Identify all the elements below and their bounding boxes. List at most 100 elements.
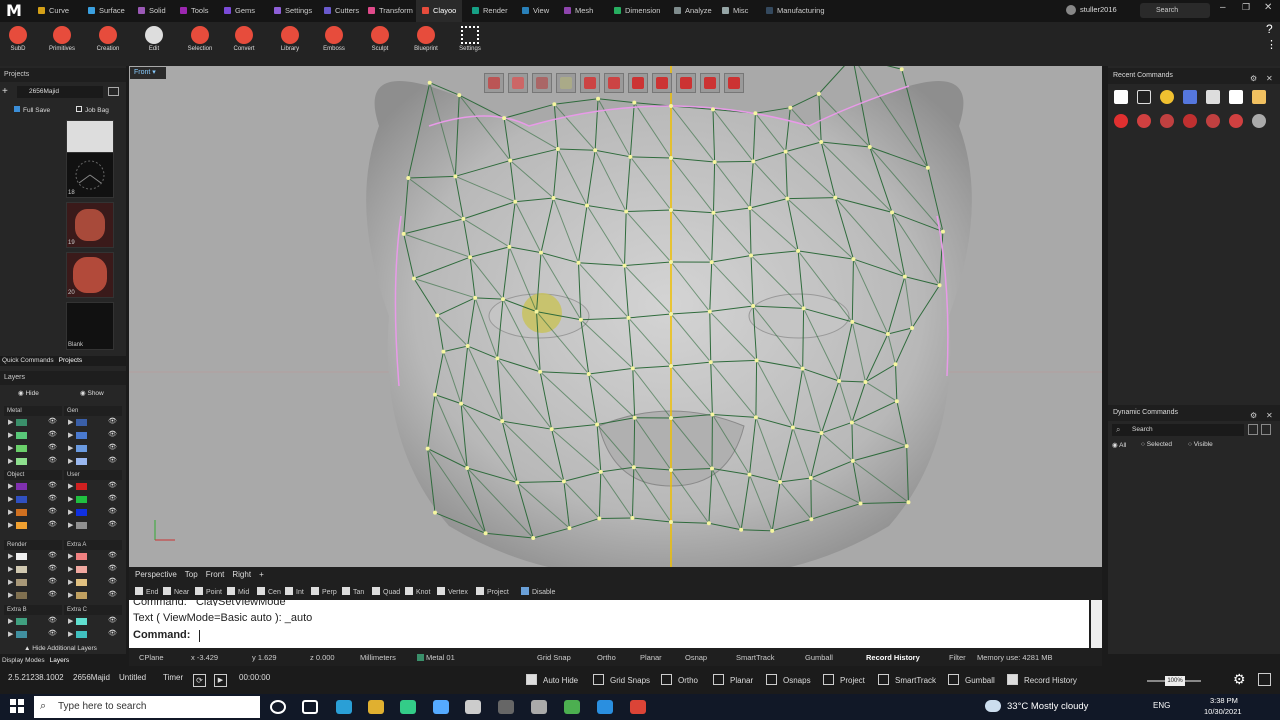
control-point[interactable]: [669, 312, 673, 316]
control-point[interactable]: [435, 313, 440, 318]
toggle-planar[interactable]: Planar: [713, 674, 753, 685]
control-point[interactable]: [538, 369, 543, 374]
control-point[interactable]: [801, 306, 806, 311]
user-avatar-icon[interactable]: [1066, 5, 1076, 15]
expand-arrow-icon[interactable]: ▶: [8, 578, 13, 586]
control-point[interactable]: [508, 158, 513, 163]
recent-command-icon[interactable]: [1206, 114, 1220, 128]
control-point[interactable]: [751, 159, 756, 164]
taskbar-app-icon[interactable]: [336, 700, 352, 714]
control-point[interactable]: [669, 260, 673, 264]
zoom-value[interactable]: 100%: [1165, 676, 1185, 686]
control-point[interactable]: [706, 521, 711, 526]
control-point[interactable]: [785, 196, 790, 201]
layer-color-swatch[interactable]: [16, 419, 27, 426]
control-point[interactable]: [432, 510, 437, 515]
eye-icon[interactable]: 👁: [108, 551, 117, 559]
expand-arrow-icon[interactable]: ▶: [68, 552, 73, 560]
control-point[interactable]: [555, 147, 560, 152]
control-point[interactable]: [754, 358, 759, 363]
eye-icon[interactable]: 👁: [48, 577, 57, 585]
recent-command-icon[interactable]: [1114, 90, 1128, 104]
search-input[interactable]: Search: [1140, 3, 1210, 18]
recent-command-icon[interactable]: [1183, 90, 1197, 104]
control-point[interactable]: [747, 205, 752, 210]
control-point[interactable]: [501, 297, 505, 302]
recent-command-icon[interactable]: [1229, 114, 1243, 128]
view-tab-right[interactable]: Right: [232, 570, 251, 579]
control-point[interactable]: [837, 379, 842, 384]
eye-icon[interactable]: 👁: [108, 507, 117, 515]
menu-tab-settings[interactable]: Settings: [268, 0, 318, 22]
eye-icon[interactable]: 👁: [48, 520, 57, 528]
status-x[interactable]: x -3.429: [191, 650, 218, 666]
layer-group-header[interactable]: Extra C: [64, 605, 122, 615]
taskbar-app-icon[interactable]: [400, 700, 416, 714]
control-point[interactable]: [890, 210, 895, 215]
control-point[interactable]: [858, 501, 863, 506]
list-view-icon[interactable]: [1248, 424, 1258, 435]
control-point[interactable]: [850, 319, 855, 324]
control-point[interactable]: [630, 516, 635, 521]
osnap-int[interactable]: Int: [285, 587, 304, 596]
layer-group-header[interactable]: Metal: [4, 406, 62, 416]
toggle-record[interactable]: Record History: [1007, 674, 1077, 685]
layer-color-swatch[interactable]: [16, 432, 27, 439]
control-point[interactable]: [894, 399, 899, 404]
control-point[interactable]: [534, 309, 539, 314]
layer-color-swatch[interactable]: [76, 592, 87, 599]
status-smarttrack[interactable]: SmartTrack: [736, 650, 774, 666]
layer-color-swatch[interactable]: [76, 631, 87, 638]
eye-icon[interactable]: 👁: [108, 456, 117, 464]
eye-icon[interactable]: 👁: [108, 520, 117, 528]
layer-color-swatch[interactable]: [16, 522, 27, 529]
control-point[interactable]: [531, 535, 536, 540]
view-tab-perspective[interactable]: Perspective: [135, 570, 177, 579]
recent-command-icon[interactable]: [1229, 90, 1243, 104]
job-bag-button[interactable]: Job Bag: [76, 106, 109, 114]
recent-command-icon[interactable]: [1114, 114, 1128, 128]
menu-tab-misc[interactable]: Misc: [716, 0, 754, 22]
menu-tab-tools[interactable]: Tools: [174, 0, 215, 22]
control-point[interactable]: [597, 516, 602, 521]
control-point[interactable]: [468, 255, 473, 260]
eye-icon[interactable]: 👁: [108, 417, 117, 425]
menu-tab-clayoo[interactable]: Clayoo: [416, 0, 463, 22]
control-point[interactable]: [751, 304, 756, 309]
view-tool-button[interactable]: [700, 73, 720, 93]
layer-color-swatch[interactable]: [76, 419, 87, 426]
eye-icon[interactable]: 👁: [108, 430, 117, 438]
control-point[interactable]: [899, 67, 904, 72]
control-point[interactable]: [595, 422, 600, 427]
eye-icon[interactable]: 👁: [48, 494, 57, 502]
recent-command-icon[interactable]: [1137, 90, 1151, 104]
control-point[interactable]: [778, 479, 783, 484]
layer-color-swatch[interactable]: [16, 566, 27, 573]
expand-arrow-icon[interactable]: ▶: [68, 457, 73, 465]
menu-tab-curve[interactable]: Curve: [32, 0, 75, 22]
window-icon[interactable]: [1258, 673, 1271, 686]
osnap-end[interactable]: End: [135, 587, 158, 596]
clock-time[interactable]: 3:38 PM: [1210, 696, 1238, 705]
view-tool-button[interactable]: [532, 73, 552, 93]
view-tool-button[interactable]: [724, 73, 744, 93]
control-point[interactable]: [593, 148, 598, 153]
control-point[interactable]: [669, 208, 673, 212]
control-point[interactable]: [502, 116, 507, 121]
project-thumb[interactable]: 20: [66, 252, 114, 298]
filter-visible-radio[interactable]: ○ Visible: [1188, 441, 1213, 448]
control-point[interactable]: [631, 465, 636, 470]
layer-color-swatch[interactable]: [16, 483, 27, 490]
control-point[interactable]: [598, 469, 603, 474]
expand-arrow-icon[interactable]: ▶: [68, 591, 73, 599]
taskbar-app-icon[interactable]: [368, 700, 384, 714]
eye-icon[interactable]: 👁: [108, 616, 117, 624]
control-point[interactable]: [624, 209, 629, 214]
eye-icon[interactable]: 👁: [48, 417, 57, 425]
ribbon-selection-button[interactable]: Selection: [178, 22, 222, 66]
clock-date[interactable]: 10/30/2021: [1204, 707, 1242, 716]
control-point[interactable]: [539, 250, 543, 255]
eye-icon[interactable]: 👁: [48, 481, 57, 489]
view-tool-button[interactable]: [580, 73, 600, 93]
eye-icon[interactable]: 👁: [108, 629, 117, 637]
